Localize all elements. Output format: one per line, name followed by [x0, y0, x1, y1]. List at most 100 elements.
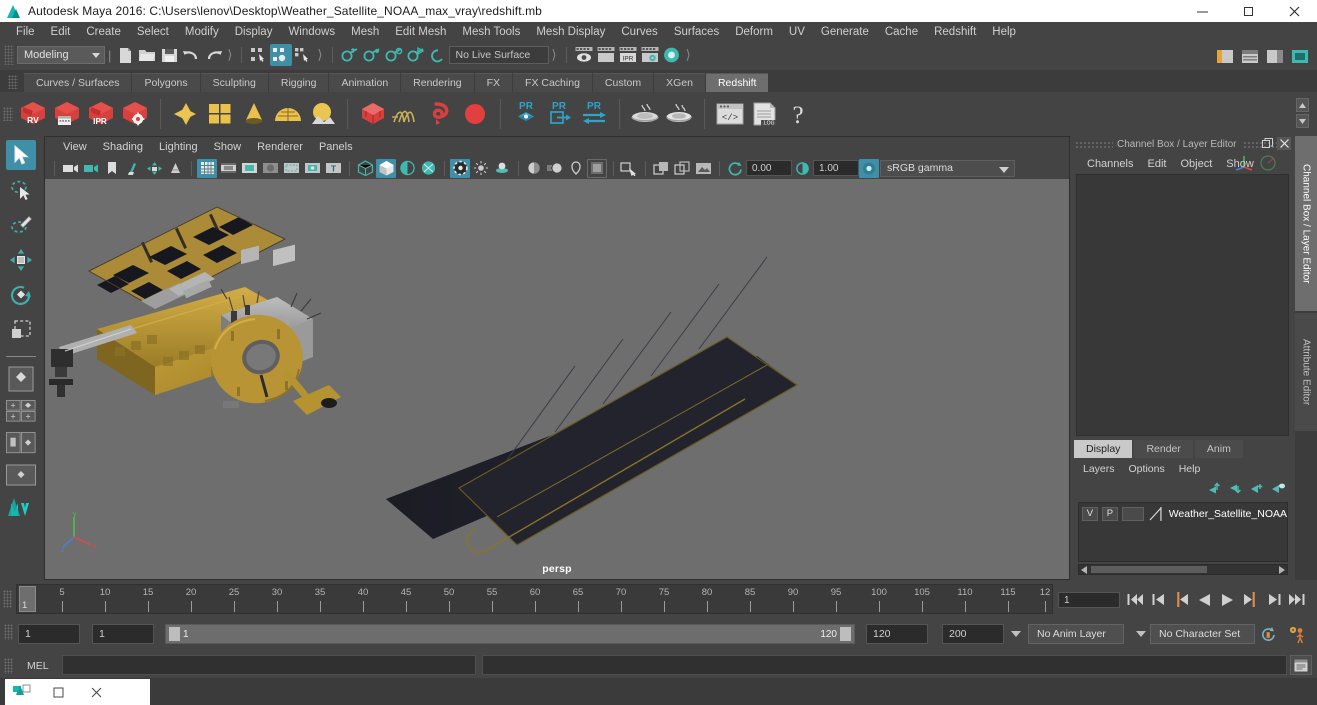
redshift-ipr-icon[interactable]: IPR: [84, 97, 118, 131]
shelf-tab-rendering[interactable]: Rendering: [401, 73, 474, 92]
step-back-frame-button[interactable]: [1172, 590, 1191, 609]
time-slider[interactable]: 1 5 10 15 20 25 30 35 40 45 50 55 60 65 …: [16, 584, 1053, 614]
shaded-wireframe-icon[interactable]: [418, 159, 438, 178]
camera-text-icon[interactable]: T: [323, 159, 343, 178]
texture-toggle-icon[interactable]: [450, 158, 470, 178]
channelbox-menu-channels[interactable]: Channels: [1080, 157, 1140, 171]
taskbar-close-button[interactable]: [77, 679, 115, 705]
viewport-menu-lighting[interactable]: Lighting: [151, 140, 206, 154]
render-settings-icon[interactable]: [639, 44, 661, 66]
undo-icon[interactable]: [180, 44, 202, 66]
layer-row[interactable]: V P Weather_Satellite_NOAA: [1079, 505, 1287, 522]
xray-joints-icon[interactable]: [651, 159, 671, 178]
paint-select-tool[interactable]: [6, 210, 36, 240]
menu-cache[interactable]: Cache: [877, 24, 926, 40]
close-button[interactable]: [1271, 0, 1317, 22]
tab-render[interactable]: Render: [1134, 440, 1193, 458]
step-back-key-button[interactable]: [1149, 590, 1168, 609]
menu-file[interactable]: File: [8, 24, 43, 40]
safe-title-icon[interactable]: [302, 159, 322, 178]
gamma-field-value[interactable]: 1.00: [813, 160, 859, 176]
screen-space-ao-icon[interactable]: [524, 159, 544, 178]
scroll-right-icon[interactable]: [1277, 565, 1285, 574]
exposure-icon[interactable]: [725, 159, 745, 178]
animation-start-time-field[interactable]: 1: [18, 624, 80, 644]
menu-uv[interactable]: UV: [781, 24, 813, 40]
field-chart-icon[interactable]: [260, 159, 280, 178]
select-camera-icon[interactable]: [60, 159, 80, 178]
scroll-left-icon[interactable]: [1081, 565, 1089, 574]
shelf-tab-rigging[interactable]: Rigging: [268, 73, 329, 92]
four-view-layout[interactable]: + + +: [6, 397, 36, 425]
redo-icon[interactable]: [202, 44, 224, 66]
character-set-dropdown-arrow-icon[interactable]: [1136, 631, 1146, 637]
menu-modify[interactable]: Modify: [177, 24, 227, 40]
undock-panel-icon[interactable]: [1260, 137, 1274, 150]
menu-select[interactable]: Select: [129, 24, 177, 40]
sidebar-toggle-4-icon[interactable]: [1289, 45, 1311, 67]
depth-of-field-icon[interactable]: [566, 159, 586, 178]
live-surface-field[interactable]: No Live Surface: [448, 46, 549, 64]
gamma-icon[interactable]: [792, 159, 812, 178]
shelf-tab-curves-surfaces[interactable]: Curves / Surfaces: [24, 73, 132, 92]
menu-set-selector[interactable]: Modeling: [17, 46, 105, 64]
script-language-label[interactable]: MEL: [27, 660, 49, 672]
command-output-field[interactable]: [482, 655, 1287, 675]
menu-mesh-tools[interactable]: Mesh Tools: [454, 24, 528, 40]
gate-mask-icon[interactable]: [239, 159, 259, 178]
move-layer-down-icon[interactable]: [1228, 482, 1243, 498]
two-d-pan-zoom-icon[interactable]: [144, 159, 164, 178]
snap-to-point-icon[interactable]: [383, 44, 405, 66]
range-start-handle[interactable]: [169, 627, 180, 641]
new-layer-from-selected-icon[interactable]: [1270, 482, 1285, 498]
menu-surfaces[interactable]: Surfaces: [666, 24, 727, 40]
color-management-selector[interactable]: sRGB gamma: [880, 159, 1015, 177]
menu-help[interactable]: Help: [984, 24, 1024, 40]
play-forwards-button[interactable]: [1218, 590, 1237, 609]
snap-to-view-plane-icon[interactable]: [427, 44, 449, 66]
current-frame-field[interactable]: 1: [1058, 592, 1120, 608]
camera-attributes-icon[interactable]: [102, 159, 122, 178]
redshift-bake-set-icon[interactable]: [662, 97, 696, 131]
shadows-toggle-icon[interactable]: [492, 159, 512, 178]
redshift-material-icon[interactable]: [169, 97, 203, 131]
go-to-end-button[interactable]: [1287, 590, 1306, 609]
move-tool[interactable]: [6, 245, 36, 275]
shelf-tab-fx[interactable]: FX: [474, 73, 513, 92]
auto-keyframe-icon[interactable]: [1258, 624, 1278, 644]
redshift-ies-light-icon[interactable]: [305, 97, 339, 131]
select-by-component-icon[interactable]: [292, 44, 314, 66]
display-layer-list[interactable]: V P Weather_Satellite_NOAA: [1078, 502, 1288, 562]
image-plane-icon[interactable]: [123, 159, 143, 178]
shelf-tab-grip[interactable]: [8, 75, 18, 89]
snap-to-projected-center-icon[interactable]: [405, 44, 427, 66]
sidebar-toggle-2-icon[interactable]: [1239, 45, 1261, 67]
time-slider-grip[interactable]: [3, 590, 12, 608]
shelf-tab-fx-caching[interactable]: FX Caching: [513, 73, 592, 92]
redshift-light-cone-icon[interactable]: [237, 97, 271, 131]
rotate-tool[interactable]: [6, 280, 36, 310]
hypershade-icon[interactable]: [661, 44, 683, 66]
menu-create[interactable]: Create: [78, 24, 129, 40]
character-set-selector[interactable]: No Character Set: [1150, 624, 1255, 644]
isolate-select-icon[interactable]: [587, 158, 607, 178]
script-editor-icon[interactable]: [1290, 655, 1312, 675]
panel-drag-grip[interactable]: [1075, 140, 1113, 148]
layer-color-swatch-icon[interactable]: [1148, 506, 1164, 522]
redshift-log-icon[interactable]: .LOG: [747, 97, 781, 131]
channelbox-menu-object[interactable]: Object: [1173, 157, 1219, 171]
redshift-pr-export-icon[interactable]: PR: [543, 97, 577, 131]
redshift-hair-icon[interactable]: [390, 97, 424, 131]
close-panel-icon[interactable]: [1277, 137, 1291, 150]
redshift-volume-icon[interactable]: [424, 97, 458, 131]
redshift-matte-icon[interactable]: [203, 97, 237, 131]
shelf-scroll-up-button[interactable]: [1296, 98, 1309, 112]
minimize-button[interactable]: [1179, 0, 1225, 22]
viewport-menu-show[interactable]: Show: [206, 140, 250, 154]
menu-mesh-display[interactable]: Mesh Display: [528, 24, 613, 40]
anim-layer-dropdown-arrow-icon[interactable]: [1011, 631, 1021, 637]
menu-edit[interactable]: Edit: [43, 24, 79, 40]
scroll-thumb[interactable]: [1091, 566, 1207, 573]
viewport-menu-renderer[interactable]: Renderer: [249, 140, 311, 154]
open-scene-icon[interactable]: [136, 44, 158, 66]
